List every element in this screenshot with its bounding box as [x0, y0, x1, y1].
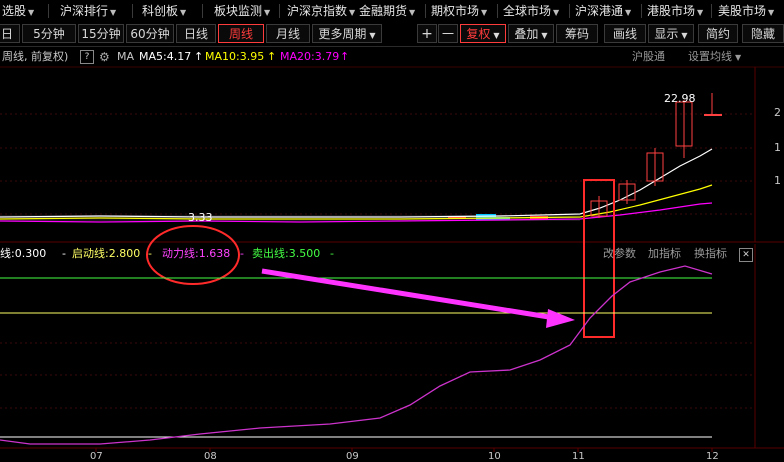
candle-5: [704, 114, 722, 116]
change-param-button[interactable]: 改参数: [603, 244, 636, 264]
indicator-grid: [0, 342, 755, 409]
xaxis-ticks: [95, 448, 713, 452]
sell-line-value: 卖出线:3.500: [252, 247, 321, 260]
rising-candles: [590, 93, 722, 218]
price-axis-label: 1: [774, 141, 781, 154]
add-indicator-button[interactable]: 加指标: [648, 244, 681, 264]
xaxis-label: 09: [346, 451, 359, 462]
indicator-info-bar: 线:0.300 - 启动线:2.800 - 动力线:1.638 - 卖出线:3.…: [0, 244, 784, 264]
xaxis-label: 08: [204, 451, 217, 462]
power-line: [0, 265, 713, 445]
xaxis-label: 10: [488, 451, 501, 462]
buy-line-value: 线:0.300: [0, 247, 47, 260]
annotation-arrow: [261, 268, 575, 328]
close-icon[interactable]: ✕: [739, 248, 753, 262]
start-line-value: 启动线:2.800: [72, 247, 141, 260]
switch-indicator-button[interactable]: 换指标: [694, 244, 727, 264]
dash: -: [148, 247, 152, 260]
xaxis-label: 11: [572, 451, 585, 462]
dash: -: [330, 247, 334, 260]
ma5-line: [0, 148, 713, 218]
xaxis-label: 12: [706, 451, 719, 462]
high-price-label: 22.98: [664, 92, 696, 105]
chart-canvas: [0, 66, 784, 452]
dash: -: [62, 247, 66, 260]
low-price-label: 3.33: [188, 211, 213, 224]
price-axis-label: 1: [774, 174, 781, 187]
cyan-candle: [476, 214, 496, 220]
dash: -: [240, 247, 244, 260]
price-grid: [0, 113, 755, 215]
power-line-value: 动力线:1.638: [162, 247, 231, 260]
price-axis-label: 2: [774, 106, 781, 119]
xaxis-label: 07: [90, 451, 103, 462]
